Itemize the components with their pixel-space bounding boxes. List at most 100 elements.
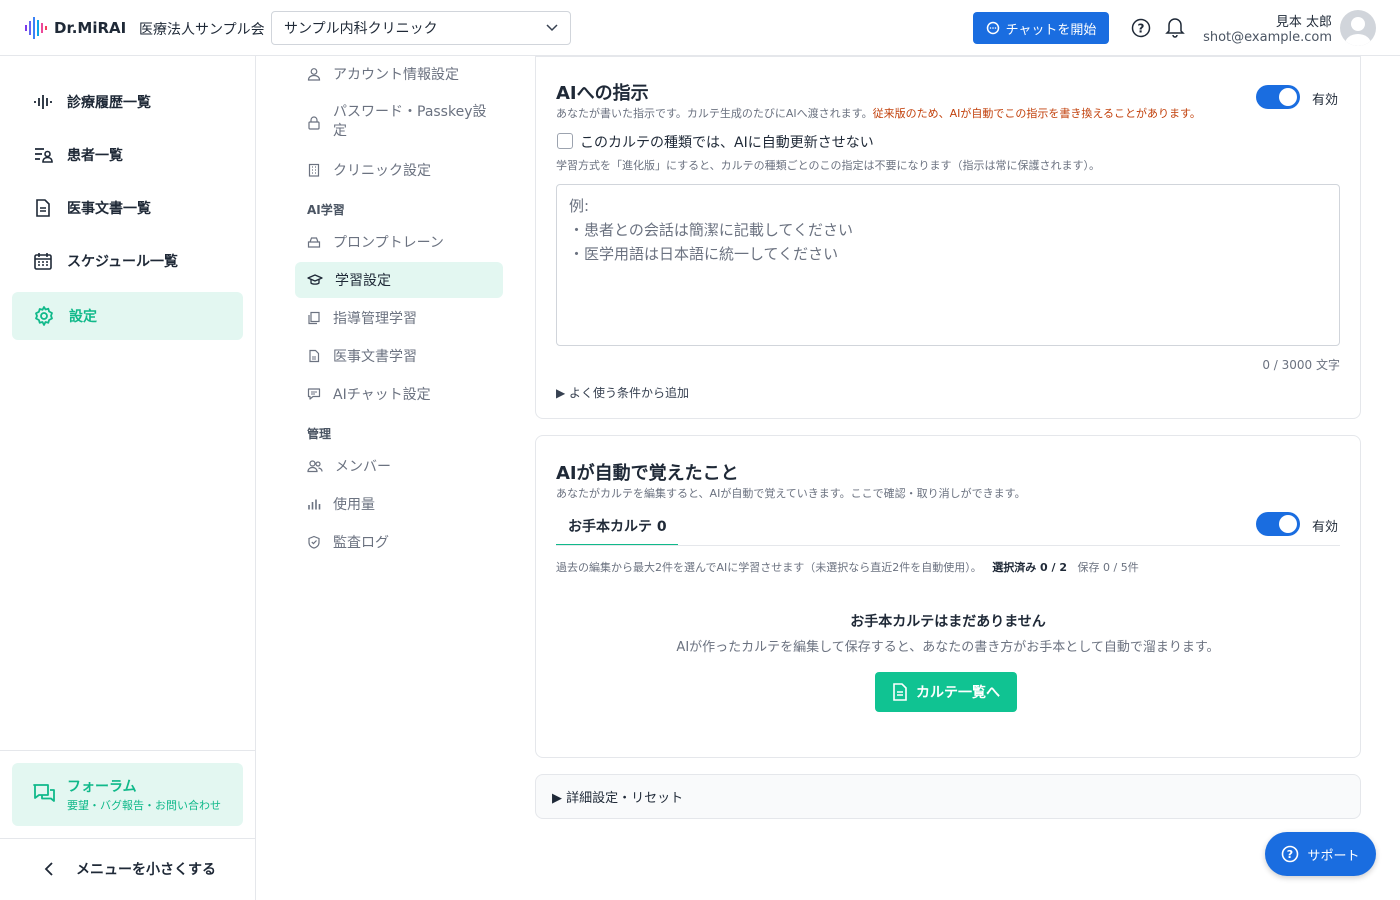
svg-text:?: ? — [1287, 848, 1293, 861]
card-title: AIへの指示 — [556, 83, 649, 104]
forum-title: フォーラム — [67, 779, 137, 795]
logo[interactable]: Dr.MiRAI — [24, 16, 126, 40]
settings-menu-prompt-lane[interactable]: プロンプトレーン — [295, 224, 503, 260]
calendar-icon — [34, 253, 52, 270]
building-icon — [308, 163, 320, 177]
section-admin: 管理 — [307, 427, 332, 441]
svg-text:?: ? — [1138, 22, 1145, 36]
warning-text: 従来版のため、AIが自動でこの指示を書き換えることがあります。 — [872, 107, 1201, 120]
settings-menu-label: 指導管理学習 — [333, 311, 417, 327]
settings-menu-label: メンバー — [335, 459, 391, 475]
settings-menu-label: AIチャット設定 — [333, 387, 431, 403]
settings-menu-doc-learning[interactable]: 医事文書学習 — [295, 338, 503, 374]
meta-text: 過去の編集から最大2件を選んでAIに学習させます（未選択なら直近2件を自動使用）… — [556, 561, 982, 574]
character-counter: 0 / 3000 文字 — [1262, 358, 1340, 372]
help-icon[interactable]: ? — [1131, 18, 1151, 38]
settings-menu-ai-chat[interactable]: AIチャット設定 — [295, 376, 503, 412]
app-header: Dr.MiRAI 医療法人サンプル会 サンプル内科クリニック チャットを開始 ?… — [0, 0, 1400, 56]
nav-item-label: 患者一覧 — [67, 148, 123, 164]
nav-item-label: 診療履歴一覧 — [67, 95, 151, 111]
checkbox-label: このカルテの種類では、AIに自動更新させない — [580, 135, 874, 151]
toggle-label: 有効 — [1312, 520, 1339, 535]
selected-count: 選択済み 0 / 2 — [992, 561, 1068, 574]
card-title: AIが自動で覚えたこと — [556, 463, 739, 484]
add-common-condition-toggle[interactable]: ▶ よく使う条件から追加 — [556, 384, 689, 401]
tab-model-karte[interactable]: お手本カルテ 0 — [556, 516, 678, 546]
clinic-select[interactable]: サンプル内科クリニック — [271, 11, 571, 45]
tray-icon — [307, 237, 321, 248]
nav-item-schedule[interactable]: スケジュール一覧 — [12, 237, 243, 285]
nav-item-documents[interactable]: 医事文書一覧 — [12, 184, 243, 232]
graduation-cap-icon — [307, 274, 323, 285]
divider — [0, 750, 255, 751]
tab-divider — [556, 545, 1340, 546]
settings-menu-account[interactable]: アカウント情報設定 — [295, 56, 503, 92]
nav-item-patients[interactable]: 患者一覧 — [12, 131, 243, 179]
settings-menu-usage[interactable]: 使用量 — [295, 486, 503, 522]
saved-count: 保存 0 / 5件 — [1077, 561, 1139, 574]
start-chat-button[interactable]: チャットを開始 — [973, 12, 1109, 44]
nav-item-label: 医事文書一覧 — [67, 201, 151, 217]
settings-menu-label: 医事文書学習 — [333, 349, 417, 365]
support-button[interactable]: ? サポート — [1265, 832, 1376, 876]
lock-icon — [308, 116, 320, 130]
nav-item-visit-history[interactable]: 診療履歴一覧 — [12, 78, 243, 126]
forum-button[interactable]: フォーラム 要望・バグ報告・お問い合わせ — [12, 763, 243, 826]
card-description: あなたがカルテを編集すると、AIが自動で覚えていきます。ここで確認・取り消しがで… — [556, 487, 1026, 500]
learning-meta: 過去の編集から最大2件を選んでAIに学習させます（未選択なら直近2件を自動使用）… — [556, 559, 1139, 575]
settings-menu-members[interactable]: メンバー — [295, 448, 503, 484]
forum-subtitle: 要望・バグ報告・お問い合わせ — [67, 799, 221, 812]
logo-waveform-icon — [25, 17, 47, 39]
section-ai-learning: AI学習 — [307, 203, 345, 217]
detail-settings-reset[interactable]: ▶ 詳細設定・リセット — [535, 774, 1361, 819]
collapse-menu-button[interactable]: メニューを小さくする — [44, 859, 216, 879]
chat-bubble-icon — [986, 21, 999, 35]
collapse-menu-label: メニューを小さくする — [76, 862, 216, 878]
patient-list-icon — [35, 148, 53, 163]
document-icon — [893, 683, 907, 701]
divider — [0, 838, 255, 839]
nav-item-settings[interactable]: 設定 — [12, 292, 243, 340]
settings-menu-label: 使用量 — [333, 497, 375, 513]
settings-menu-guidance[interactable]: 指導管理学習 — [295, 300, 503, 336]
settings-menu-password[interactable]: パスワード・Passkey設定 — [295, 100, 503, 144]
karte-list-button[interactable]: カルテ一覧へ — [875, 672, 1017, 712]
karte-list-label: カルテ一覧へ — [916, 685, 1000, 701]
no-auto-update-checkbox[interactable] — [557, 133, 573, 149]
copy-icon — [308, 311, 320, 325]
ai-learned-card: AIが自動で覚えたこと あなたがカルテを編集すると、AIが自動で覚えていきます。… — [535, 435, 1361, 758]
waveform-icon — [34, 95, 52, 109]
learned-enabled-toggle[interactable] — [1256, 512, 1300, 536]
file-icon — [309, 349, 320, 363]
users-icon — [307, 460, 323, 473]
empty-state-subtitle: AIが作ったカルテを編集して保存すると、あなたの書き方がお手本として自動で溜まり… — [676, 640, 1220, 655]
left-navigation: 診療履歴一覧 患者一覧 医事文書一覧 スケジュール一覧 設定 フォーラム 要望・… — [0, 56, 256, 900]
gear-icon — [35, 306, 53, 326]
instruction-enabled-toggle[interactable] — [1256, 85, 1300, 109]
bell-icon[interactable] — [1165, 16, 1185, 38]
settings-menu-label: パスワード・Passkey設定 — [333, 104, 487, 139]
settings-menu-clinic[interactable]: クリニック設定 — [295, 152, 503, 188]
instruction-textarea[interactable]: 例: ・患者との会話は簡潔に記載してください ・医学用語は日本語に統一してくださ… — [556, 184, 1340, 346]
document-icon — [36, 199, 50, 217]
support-label: サポート — [1307, 848, 1360, 864]
chat-icon — [307, 388, 321, 400]
user-icon — [307, 68, 321, 81]
shield-icon — [308, 535, 320, 549]
forum-chat-icon — [33, 784, 55, 802]
organization-name: 医療法人サンプル会 — [139, 22, 265, 38]
user-email: shot@example.com — [1203, 30, 1332, 45]
settings-menu-audit-log[interactable]: 監査ログ — [295, 524, 503, 560]
nav-item-label: スケジュール一覧 — [67, 254, 179, 270]
settings-menu-learning[interactable]: 学習設定 — [295, 262, 503, 298]
avatar[interactable] — [1340, 10, 1376, 46]
description-text: あなたが書いた指示です。カルテ生成のたびにAIへ渡されます。 — [556, 107, 873, 120]
logo-text: Dr.MiRAI — [54, 19, 127, 37]
user-name[interactable]: 見本 太郎 — [1276, 11, 1332, 30]
clinic-select-value: サンプル内科クリニック — [284, 21, 438, 37]
card-description: あなたが書いた指示です。カルテ生成のたびにAIへ渡されます。従来版のため、AIが… — [556, 105, 1201, 121]
empty-state-title: お手本カルテはまだありません — [850, 614, 1046, 630]
chevron-left-icon — [44, 862, 53, 876]
hint-text: 学習方式を「進化版」にすると、カルテの種類ごとのこの指定は不要になります（指示は… — [556, 159, 1101, 172]
settings-menu-label: 監査ログ — [333, 535, 389, 551]
